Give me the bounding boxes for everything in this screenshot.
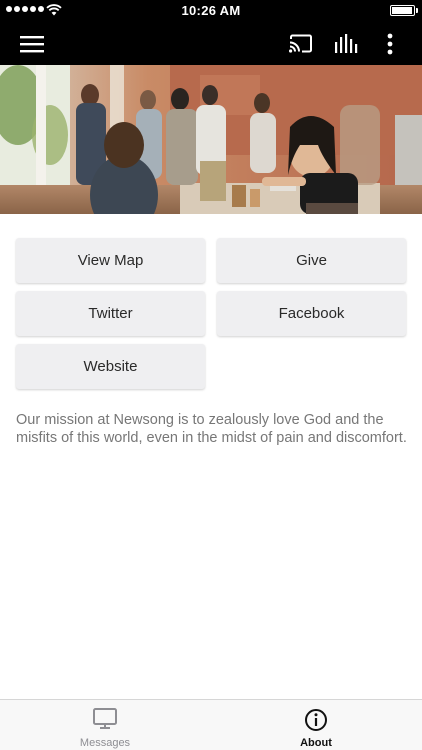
app-screen: 10:26 AM View Map Give Twitter Facebook …: [0, 0, 422, 750]
twitter-button[interactable]: Twitter: [16, 291, 205, 336]
status-time: 10:26 AM: [181, 3, 241, 18]
mission-statement: Our mission at Newsong is to zealously l…: [16, 412, 407, 446]
website-button[interactable]: Website: [16, 344, 205, 389]
tab-about-label: About: [300, 737, 332, 749]
tab-messages[interactable]: Messages: [25, 700, 185, 750]
cast-button[interactable]: [281, 22, 321, 65]
battery-tip: [416, 8, 418, 13]
cast-icon: [289, 34, 312, 53]
hero-image: [0, 65, 422, 214]
monitor-icon: [93, 708, 117, 729]
tab-about[interactable]: About: [236, 700, 396, 750]
top-toolbar: [0, 22, 422, 65]
tab-messages-label: Messages: [79, 737, 131, 749]
hamburger-menu-icon: [20, 35, 44, 52]
hero-photo: [0, 65, 422, 214]
battery-icon: [390, 5, 415, 16]
info-icon: [305, 709, 327, 731]
facebook-button[interactable]: Facebook: [217, 291, 406, 336]
more-button[interactable]: [372, 22, 408, 65]
give-button[interactable]: Give: [217, 238, 406, 283]
view-map-button[interactable]: View Map: [16, 238, 205, 283]
tab-bar: Messages About: [0, 699, 422, 750]
menu-button[interactable]: [12, 22, 52, 65]
audio-bars-icon: [335, 33, 358, 53]
status-bar: 10:26 AM: [0, 0, 422, 22]
more-vertical-icon: [387, 33, 393, 54]
audio-button[interactable]: [326, 22, 366, 65]
